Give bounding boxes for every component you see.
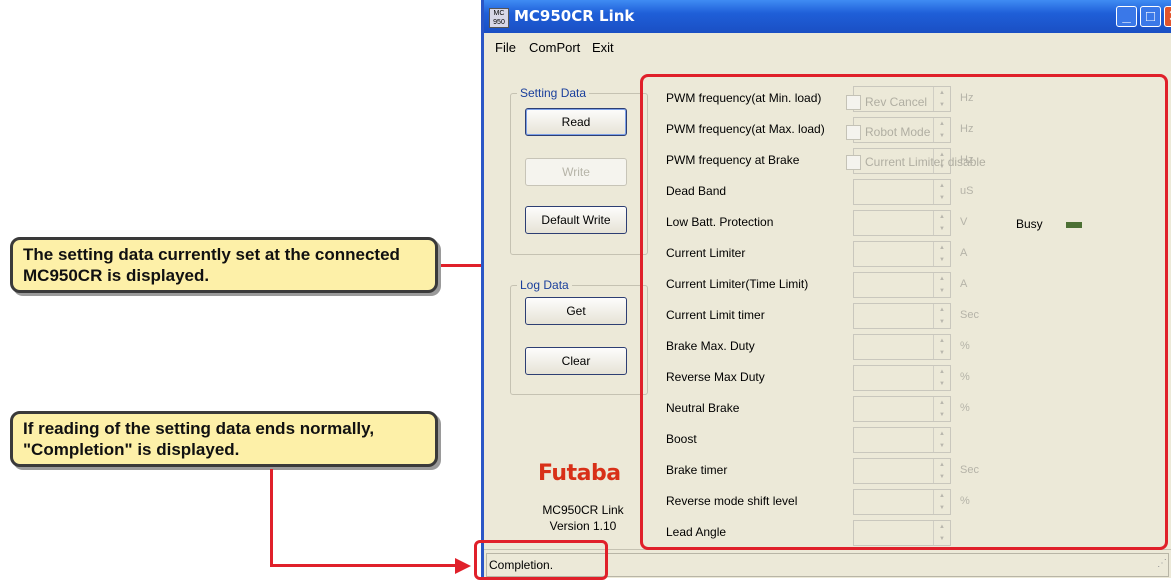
get-button[interactable]: Get — [525, 297, 627, 325]
status-highlight-box — [474, 540, 608, 580]
arrow-2-vertical — [270, 469, 273, 567]
resize-grip-icon[interactable]: ⋰ — [1157, 558, 1167, 569]
title-bar[interactable]: MC 950 MC950CR Link _ □ ✕ — [484, 0, 1171, 33]
clear-button[interactable]: Clear — [525, 347, 627, 375]
minimize-button[interactable]: _ — [1116, 6, 1137, 27]
settings-highlight-box — [640, 74, 1168, 550]
close-button[interactable]: ✕ — [1164, 6, 1171, 27]
menu-file[interactable]: File — [495, 40, 516, 55]
default-write-button[interactable]: Default Write — [525, 206, 627, 234]
window-title: MC950CR Link — [514, 7, 635, 25]
menu-bar: File ComPort Exit — [484, 33, 1171, 62]
app-name-label: MC950CR Link — [542, 503, 624, 517]
read-button[interactable]: Read — [525, 108, 627, 136]
write-button[interactable]: Write — [525, 158, 627, 186]
arrow-2-horizontal — [270, 564, 457, 567]
setting-data-label: Setting Data — [517, 86, 590, 100]
log-data-label: Log Data — [517, 278, 572, 292]
maximize-button[interactable]: □ — [1140, 6, 1161, 27]
arrow-2-head — [455, 558, 471, 574]
callout-completion: If reading of the setting data ends norm… — [10, 411, 438, 467]
callout-setting-data: The setting data currently set at the co… — [10, 237, 438, 293]
app-version-label: Version 1.10 — [549, 519, 617, 533]
app-icon[interactable]: MC 950 — [489, 8, 509, 28]
menu-comport[interactable]: ComPort — [529, 40, 580, 55]
menu-exit[interactable]: Exit — [592, 40, 614, 55]
futaba-logo: Futaba — [538, 461, 621, 486]
